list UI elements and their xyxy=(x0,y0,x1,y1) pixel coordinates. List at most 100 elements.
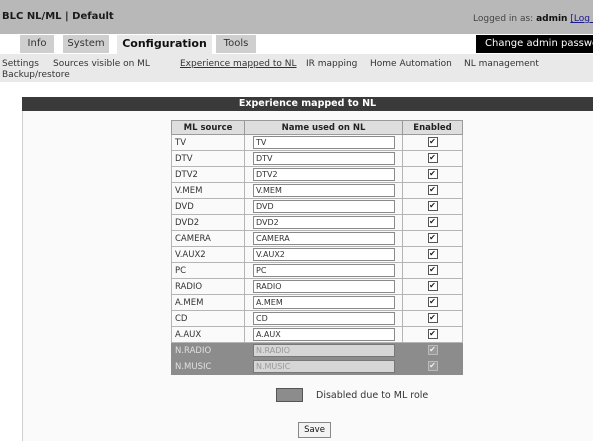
table-row: N.MUSIC ✔ xyxy=(171,358,463,375)
subnav-experience-mapped[interactable]: Experience mapped to NL xyxy=(180,59,297,69)
enabled-cell: ✔ xyxy=(402,166,463,183)
subnav-ir-mapping[interactable]: IR mapping xyxy=(306,59,357,69)
subnav-sources-visible[interactable]: Sources visible on ML xyxy=(53,59,150,69)
check-icon: ✔ xyxy=(429,281,436,291)
table-row: V.AUX2 ✔ xyxy=(171,246,463,263)
nl-name-input[interactable] xyxy=(253,232,395,245)
table-row: A.AUX ✔ xyxy=(171,326,463,343)
save-button[interactable]: Save xyxy=(298,422,331,438)
ml-source-cell: V.AUX2 xyxy=(171,246,245,263)
ml-source-cell: A.MEM xyxy=(171,294,245,311)
tab-system[interactable]: System xyxy=(63,35,109,53)
enabled-checkbox: ✔ xyxy=(427,345,438,356)
top-bar: BLC NL/ML | Default Logged in as: admin … xyxy=(0,0,593,34)
subnav-home-automation[interactable]: Home Automation xyxy=(370,59,452,69)
enabled-checkbox[interactable]: ✔ xyxy=(427,329,438,340)
enabled-cell: ✔ xyxy=(402,214,463,231)
nl-name-cell xyxy=(244,294,403,311)
ml-source-cell: DTV2 xyxy=(171,166,245,183)
check-icon: ✔ xyxy=(429,361,436,371)
change-admin-password-button[interactable]: Change admin passwor xyxy=(476,35,593,53)
enabled-cell: ✔ xyxy=(402,182,463,199)
ml-source-cell: TV xyxy=(171,134,245,151)
check-icon: ✔ xyxy=(429,249,436,259)
nl-name-input[interactable] xyxy=(253,168,395,181)
logout-link[interactable]: [Log o xyxy=(570,14,593,24)
sub-navigation: Settings Sources visible on ML Experienc… xyxy=(0,54,593,82)
enabled-checkbox[interactable]: ✔ xyxy=(427,137,438,148)
enabled-checkbox[interactable]: ✔ xyxy=(427,313,438,324)
check-icon: ✔ xyxy=(429,137,436,147)
enabled-cell: ✔ xyxy=(402,278,463,295)
table-row: DTV2 ✔ xyxy=(171,166,463,183)
nl-name-cell xyxy=(244,358,403,375)
nl-name-cell xyxy=(244,214,403,231)
ml-source-cell: V.MEM xyxy=(171,182,245,199)
enabled-cell: ✔ xyxy=(402,198,463,215)
check-icon: ✔ xyxy=(429,345,436,355)
enabled-checkbox[interactable]: ✔ xyxy=(427,153,438,164)
nl-name-input[interactable] xyxy=(253,296,395,309)
enabled-cell: ✔ xyxy=(402,342,463,359)
subnav-backup-restore[interactable]: Backup/restore xyxy=(2,70,70,80)
table-row: DVD2 ✔ xyxy=(171,214,463,231)
app-title: BLC NL/ML | Default xyxy=(2,11,114,22)
table-row: N.RADIO ✔ xyxy=(171,342,463,359)
enabled-checkbox[interactable]: ✔ xyxy=(427,249,438,260)
nl-name-input[interactable] xyxy=(253,280,395,293)
table-row: CAMERA ✔ xyxy=(171,230,463,247)
mapping-table: ML source Name used on NL Enabled TV✔DTV… xyxy=(171,120,463,375)
nl-name-input[interactable] xyxy=(253,136,395,149)
nl-name-input[interactable] xyxy=(253,216,395,229)
tab-info[interactable]: Info xyxy=(20,35,54,53)
nl-name-cell xyxy=(244,342,403,359)
enabled-checkbox[interactable]: ✔ xyxy=(427,201,438,212)
table-row: RADIO ✔ xyxy=(171,278,463,295)
enabled-checkbox[interactable]: ✔ xyxy=(427,217,438,228)
ml-source-cell: N.RADIO xyxy=(171,342,245,359)
column-header-name-used: Name used on NL xyxy=(244,120,403,135)
enabled-checkbox[interactable]: ✔ xyxy=(427,233,438,244)
nl-name-cell xyxy=(244,230,403,247)
nl-name-input[interactable] xyxy=(253,152,395,165)
nl-name-cell xyxy=(244,198,403,215)
check-icon: ✔ xyxy=(429,233,436,243)
tab-configuration[interactable]: Configuration xyxy=(117,35,212,54)
check-icon: ✔ xyxy=(429,201,436,211)
tab-tools[interactable]: Tools xyxy=(216,35,256,53)
logged-in-label: Logged in as: xyxy=(473,14,537,24)
subnav-settings[interactable]: Settings xyxy=(2,59,39,69)
column-header-ml-source: ML source xyxy=(171,120,245,135)
ml-source-cell: CAMERA xyxy=(171,230,245,247)
enabled-checkbox[interactable]: ✔ xyxy=(427,265,438,276)
check-icon: ✔ xyxy=(429,217,436,227)
nl-name-input[interactable] xyxy=(253,328,395,341)
ml-source-cell: N.MUSIC xyxy=(171,358,245,375)
table-row: TV ✔ xyxy=(171,134,463,151)
enabled-cell: ✔ xyxy=(402,134,463,151)
nl-name-cell xyxy=(244,310,403,327)
ml-source-cell: PC xyxy=(171,262,245,279)
table-header-row: ML source Name used on NL Enabled xyxy=(171,120,463,135)
subnav-nl-management[interactable]: NL management xyxy=(464,59,539,69)
nl-name-cell xyxy=(244,246,403,263)
enabled-checkbox[interactable]: ✔ xyxy=(427,297,438,308)
table-row: DVD ✔ xyxy=(171,198,463,215)
nl-name-input[interactable] xyxy=(253,248,395,261)
check-icon: ✔ xyxy=(429,265,436,275)
enabled-cell: ✔ xyxy=(402,150,463,167)
enabled-checkbox[interactable]: ✔ xyxy=(427,169,438,180)
enabled-checkbox[interactable]: ✔ xyxy=(427,281,438,292)
ml-source-cell: DTV xyxy=(171,150,245,167)
enabled-checkbox: ✔ xyxy=(427,361,438,372)
table-row: DTV ✔ xyxy=(171,150,463,167)
enabled-checkbox[interactable]: ✔ xyxy=(427,185,438,196)
nl-name-input[interactable] xyxy=(253,264,395,277)
nl-name-input[interactable] xyxy=(253,200,395,213)
nl-name-input[interactable] xyxy=(253,184,395,197)
panel-title: Experience mapped to NL xyxy=(22,97,593,111)
check-icon: ✔ xyxy=(429,185,436,195)
username: admin xyxy=(536,14,568,24)
nl-name-input[interactable] xyxy=(253,312,395,325)
enabled-cell: ✔ xyxy=(402,262,463,279)
